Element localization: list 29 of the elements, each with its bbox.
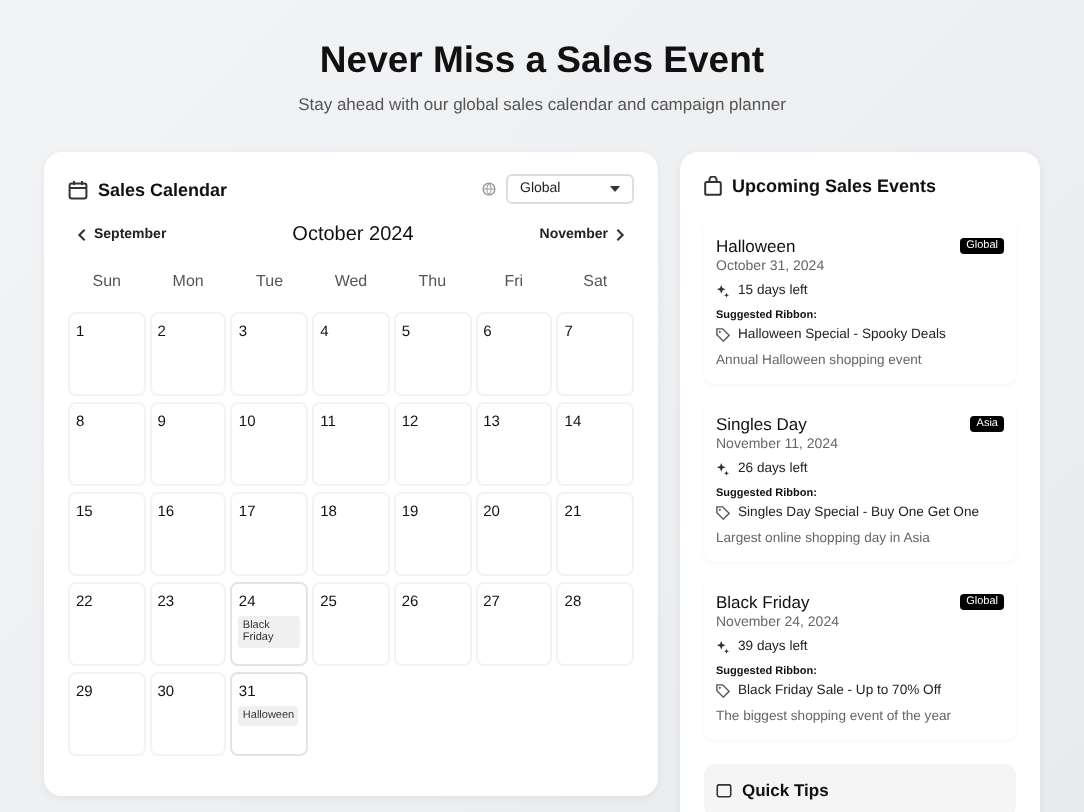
globe-icon xyxy=(482,182,496,196)
page-title: Never Miss a Sales Event xyxy=(317,38,767,82)
weekday-label: Wed xyxy=(332,270,370,294)
card-title: Upcoming Sales Events xyxy=(732,176,937,196)
tips-title: Quick Tips xyxy=(742,780,829,800)
card-title: Sales Calendar xyxy=(98,179,228,199)
event-name: Singles Day xyxy=(716,414,807,434)
tag-icon xyxy=(716,684,730,698)
calendar-icon xyxy=(716,782,732,798)
weekday-label: Mon xyxy=(170,270,206,294)
chevron-left-icon xyxy=(76,228,88,242)
sparkle-icon xyxy=(716,640,730,654)
calendar-icon xyxy=(68,179,88,199)
chevron-right-icon xyxy=(614,228,626,242)
month-title: October 2024 xyxy=(292,224,414,246)
weekday-label: Thu xyxy=(416,270,449,294)
event-name: Black Friday xyxy=(716,592,810,612)
caret-icon xyxy=(610,186,620,192)
tag-icon xyxy=(716,328,730,342)
shopping-bag-icon xyxy=(704,176,722,196)
page-subtitle: Stay ahead with our global sales calendar and campaign planner xyxy=(296,94,788,114)
weekday-label: Fri xyxy=(502,270,526,294)
sparkle-icon xyxy=(716,284,730,298)
weekday-label: Tue xyxy=(254,270,286,294)
sparkle-icon xyxy=(716,462,730,476)
tag-icon xyxy=(716,506,730,520)
weekday-label: Sat xyxy=(581,270,610,294)
event-name: Halloween xyxy=(716,236,796,256)
weekday-label: Sun xyxy=(90,270,123,294)
